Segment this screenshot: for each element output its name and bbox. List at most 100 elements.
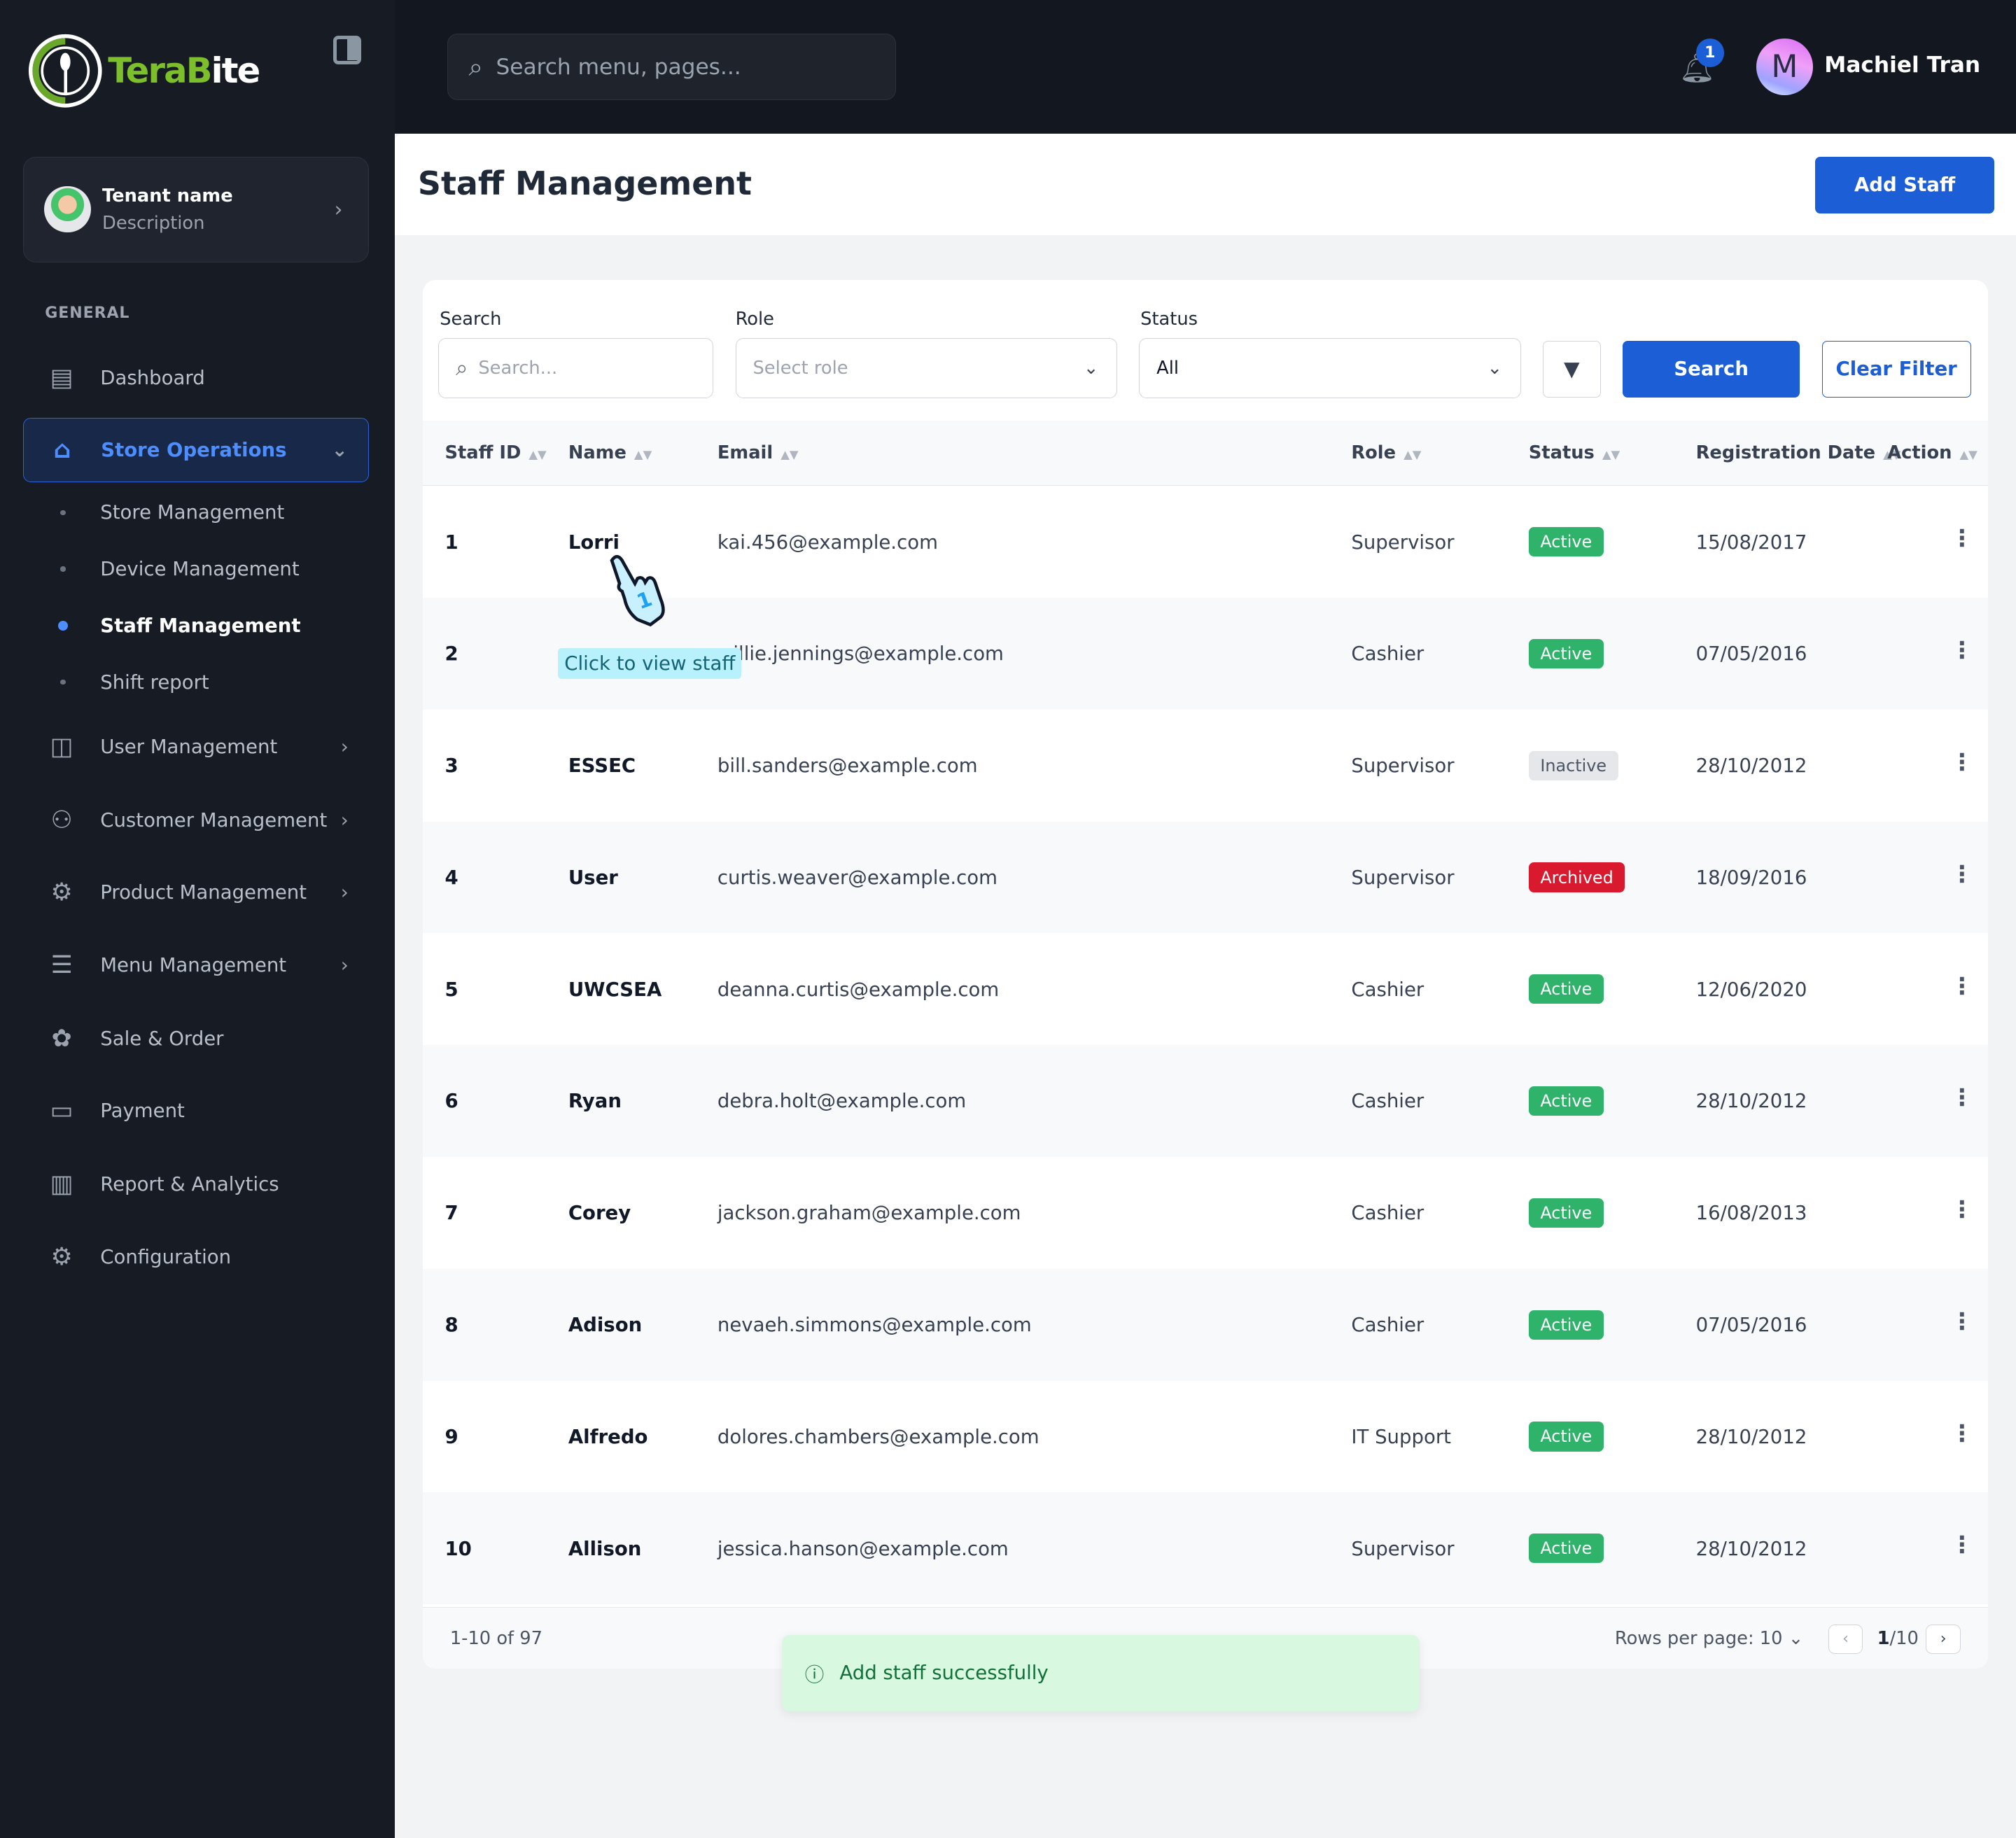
next-page-button[interactable]: › (1926, 1624, 1961, 1654)
status-badge: Active (1528, 1422, 1604, 1452)
staff-name-link[interactable]: ESSEC (568, 755, 636, 777)
staff-email: bill.sanders@example.com (717, 755, 978, 778)
filter-icon-button[interactable]: ▼ (1543, 340, 1601, 398)
more-actions-icon[interactable]: ⋮ (1950, 1307, 1973, 1335)
staff-name-link[interactable]: Ryan (568, 1090, 622, 1112)
tenant-name: Tenant name (102, 185, 233, 206)
global-search-input[interactable]: ⌕ Search menu, pages... (447, 33, 897, 101)
search-button[interactable]: Search (1622, 340, 1800, 398)
table-row[interactable]: 10 Allison jessica.hanson@example.com Su… (423, 1492, 1988, 1605)
staff-role: Cashier (1351, 1314, 1424, 1337)
sidebar-item-payment[interactable]: ▭ Payment (23, 1079, 369, 1143)
add-staff-button[interactable]: Add Staff (1815, 157, 1994, 213)
sidebar-subitem-shift-report[interactable]: Shift report (60, 671, 209, 694)
tenant-switcher[interactable]: Tenant name Description › (23, 157, 370, 262)
column-header[interactable]: Email ▲▼ (718, 442, 799, 463)
sidebar-item-label: Menu Management (100, 954, 287, 977)
search-input[interactable]: ⌕ Search... (438, 338, 714, 399)
staff-name-link[interactable]: UWCSEA (568, 978, 662, 1001)
staff-name-link[interactable]: Alfredo (568, 1426, 648, 1448)
role-select[interactable]: Select role ⌄ (735, 338, 1118, 399)
bullet-icon (60, 680, 66, 685)
column-label: Status (1528, 442, 1595, 463)
registration-date: 18/09/2016 (1695, 866, 1807, 889)
more-actions-icon[interactable]: ⋮ (1950, 1195, 1973, 1223)
user-name[interactable]: Machiel Tran (1824, 52, 1980, 78)
sidebar-item-report-analytics[interactable]: ▥ Report & Analytics (23, 1152, 369, 1216)
staff-name-link[interactable]: User (568, 867, 618, 889)
store-icon: ⌂ (53, 435, 71, 464)
table-row[interactable]: 4 User curtis.weaver@example.com Supervi… (423, 821, 1988, 934)
sidebar-item-configuration[interactable]: ⚙ Configuration (23, 1225, 369, 1289)
staff-role: Supervisor (1351, 755, 1455, 778)
logo[interactable]: TeraBite (28, 34, 261, 108)
staff-name-link[interactable]: Allison (568, 1538, 642, 1560)
sidebar-item-label: Dashboard (100, 366, 205, 389)
column-header[interactable]: Action ▲▼ (1887, 442, 1977, 463)
staff-name-link[interactable]: Adison (568, 1314, 642, 1336)
sidebar-item-user-management[interactable]: ◫ User Management › (23, 715, 369, 779)
staff-name-link[interactable]: Corey (568, 1202, 631, 1224)
settings-icon: ⚙ (50, 1243, 73, 1272)
sidebar-item-sale-order[interactable]: ✿ Sale & Order (23, 1006, 369, 1071)
role-label: Role (735, 308, 774, 330)
more-actions-icon[interactable]: ⋮ (1950, 748, 1973, 776)
chart-icon: ▥ (50, 1170, 74, 1198)
prev-page-button[interactable]: ‹ (1828, 1624, 1863, 1654)
rows-per-page-select[interactable]: Rows per page: 10 ⌄ (1615, 1628, 1803, 1649)
sidebar-subitem-device-management[interactable]: Device Management (60, 558, 300, 580)
sidebar-item-dashboard[interactable]: ▤ Dashboard (23, 346, 369, 410)
column-header[interactable]: Role ▲▼ (1351, 442, 1421, 463)
sidebar-item-label: Payment (100, 1099, 185, 1122)
column-header[interactable]: Status ▲▼ (1529, 442, 1620, 463)
staff-role: Supervisor (1351, 866, 1455, 889)
staff-email: deanna.curtis@example.com (717, 978, 1000, 1001)
sidebar-subitem-staff-management[interactable]: Staff Management (57, 615, 301, 637)
staff-id: 2 (444, 643, 458, 666)
more-actions-icon[interactable]: ⋮ (1950, 972, 1973, 999)
more-actions-icon[interactable]: ⋮ (1950, 1419, 1973, 1447)
more-actions-icon[interactable]: ⋮ (1950, 636, 1973, 664)
table-row[interactable]: 3 ESSEC bill.sanders@example.com Supervi… (423, 710, 1987, 822)
sidebar-subitem-store-management[interactable]: Store Management (60, 501, 284, 524)
more-actions-icon[interactable]: ⋮ (1950, 524, 1973, 552)
sidebar: TeraBite Tenant name Description › GENERA… (0, 0, 395, 1838)
hand-cursor-icon: 1 (610, 555, 666, 627)
column-header[interactable]: Registration Date ▲▼ (1696, 442, 1901, 463)
logo-suffix: ite (211, 50, 261, 91)
page-indicator: 1/10 (1877, 1628, 1919, 1649)
table-row[interactable]: 5 UWCSEA deanna.curtis@example.com Cashi… (423, 933, 1987, 1045)
sidebar-item-product-management[interactable]: ⚙ Product Management › (23, 860, 369, 925)
building-icon: ▤ (50, 363, 74, 392)
clear-filter-button[interactable]: Clear Filter (1821, 340, 1971, 398)
filter-icon: ▼ (1564, 357, 1580, 381)
table-row[interactable]: 6 Ryan debra.holt@example.com Cashier Ac… (423, 1045, 1988, 1157)
sort-icon: ▲▼ (780, 447, 799, 461)
table-row[interactable]: 9 Alfredo dolores.chambers@example.com I… (423, 1381, 1987, 1493)
sidebar-toggle-icon[interactable] (332, 36, 362, 64)
sidebar-item-menu-management[interactable]: ☰ Menu Management › (23, 933, 369, 997)
staff-id: 3 (444, 755, 458, 778)
staff-id: 6 (444, 1090, 458, 1113)
more-actions-icon[interactable]: ⋮ (1950, 1531, 1973, 1558)
logo-prefix: Tera (108, 50, 187, 91)
avatar[interactable]: M (1756, 38, 1813, 95)
column-header[interactable]: Staff ID ▲▼ (444, 442, 546, 463)
sidebar-item-customer-management[interactable]: ⚇ Customer Management › (23, 788, 369, 853)
tenant-description: Description (102, 212, 205, 234)
status-select[interactable]: All ⌄ (1139, 338, 1521, 399)
column-header[interactable]: Name ▲▼ (568, 442, 652, 463)
status-badge: Active (1528, 527, 1604, 557)
more-actions-icon[interactable]: ⋮ (1950, 860, 1973, 888)
table-row[interactable]: 8 Adison nevaeh.simmons@example.com Cash… (423, 1268, 1988, 1381)
sidebar-item-store-operations[interactable]: ⌂ Store Operations ⌄ (23, 417, 370, 482)
table-row[interactable]: 7 Corey jackson.graham@example.com Cashi… (423, 1157, 1987, 1269)
column-label: Staff ID (444, 442, 522, 463)
sidebar-item-label: Store Operations (101, 438, 287, 461)
logo-icon (29, 34, 103, 108)
more-actions-icon[interactable]: ⋮ (1950, 1083, 1973, 1111)
chevron-right-icon: › (340, 808, 349, 832)
rows-per-page-label: Rows per page: (1614, 1628, 1754, 1650)
sidebar-item-label: Sale & Order (100, 1027, 224, 1051)
table-header: Staff ID ▲▼ Name ▲▼ Email ▲▼ Role ▲▼ Status ▲▼ Reg… (423, 420, 1988, 486)
